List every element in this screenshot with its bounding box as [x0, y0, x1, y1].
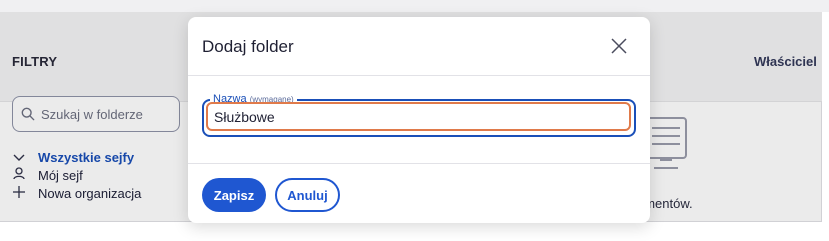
top-bar: [0, 0, 829, 12]
dialog-title: Dodaj folder: [202, 37, 294, 56]
close-icon[interactable]: [608, 35, 630, 57]
add-folder-dialog: Dodaj folder Nazwa (wymagane) Zapisz Anu…: [188, 17, 650, 223]
header-divider: [188, 75, 650, 76]
footer-divider: [188, 163, 650, 164]
save-button[interactable]: Zapisz: [202, 178, 266, 212]
cancel-button[interactable]: Anuluj: [275, 178, 340, 212]
folder-name-input[interactable]: [206, 102, 631, 131]
